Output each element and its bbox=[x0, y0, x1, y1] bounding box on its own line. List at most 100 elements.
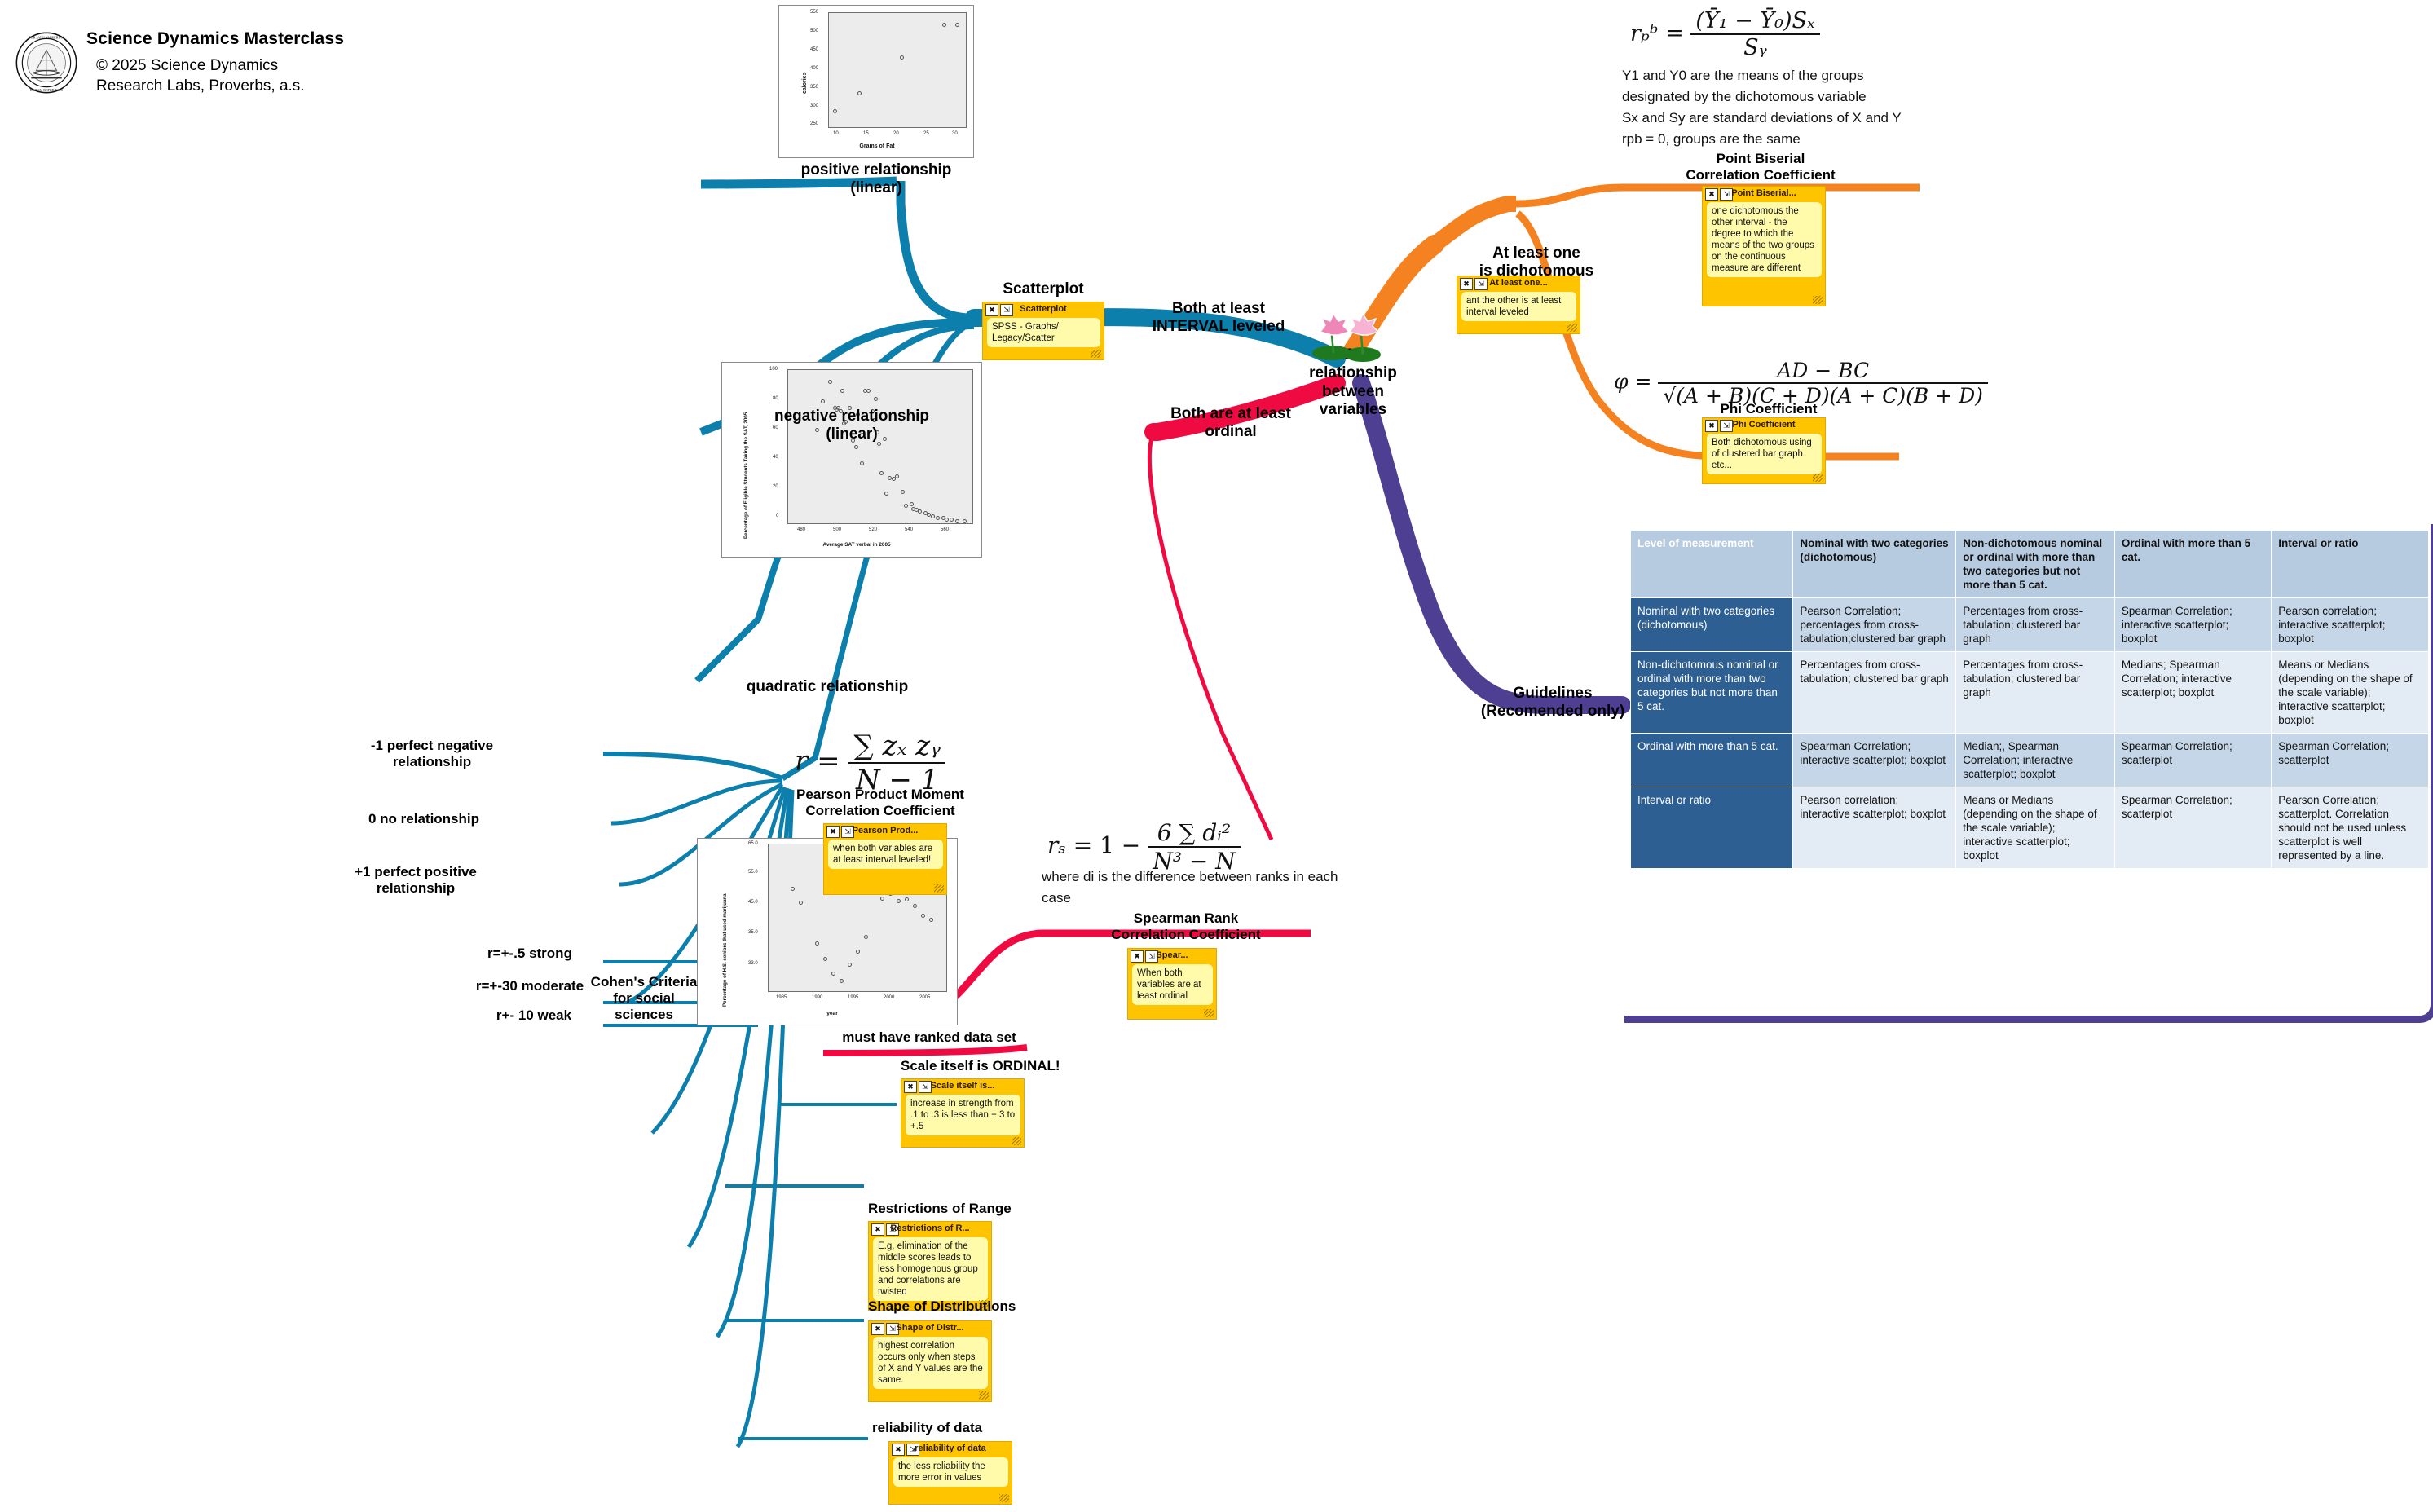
table-cell: Pearson Correlation; percentages from cr… bbox=[1792, 597, 1957, 652]
note-title: Spear... bbox=[1156, 950, 1188, 960]
note-scatterplot[interactable]: ✖ ⇲ Scatterplot SPSS - Graphs/ Legacy/Sc… bbox=[982, 302, 1104, 360]
note-restrictions[interactable]: ✖ ⇲ Restrictions of R... E.g. elimination… bbox=[868, 1221, 992, 1311]
data-point bbox=[903, 503, 908, 508]
data-point bbox=[950, 517, 954, 522]
table-col-2: Non-dichotomous nominal or ordinal with … bbox=[1955, 530, 2115, 598]
table-row: Interval or ratio Pearson correlation; i… bbox=[1629, 787, 2429, 869]
pearson-scale-plus1[interactable]: +1 perfect positive relationship bbox=[318, 864, 513, 897]
table-cell: Spearman Correlation; interactive scatte… bbox=[2113, 597, 2272, 652]
data-point bbox=[900, 489, 905, 494]
resize-grip-icon[interactable] bbox=[979, 1391, 989, 1400]
branch-label-guidelines[interactable]: Guidelines (Recomended only) bbox=[1459, 685, 1646, 721]
resize-grip-icon[interactable] bbox=[1813, 296, 1823, 304]
note-body: highest correlation occurs only when ste… bbox=[873, 1337, 988, 1389]
resize-grip-icon[interactable] bbox=[1091, 350, 1101, 358]
point-biserial-lines: Y1 and Y0 are the means of the groups de… bbox=[1622, 68, 1902, 147]
data-point bbox=[909, 501, 914, 506]
point-biserial-formula: rₚᵇ = (Ȳ₁ − Ȳ₀)Sₓ Sᵧ bbox=[1630, 8, 1820, 60]
table-cell: Spearman Correlation; scatterplot bbox=[2113, 787, 2272, 869]
note-body: Both dichotomous using of clustered bar … bbox=[1707, 434, 1822, 474]
cohen-item-strong[interactable]: r=+-.5 strong bbox=[456, 946, 603, 962]
table-col-3: Ordinal with more than 5 cat. bbox=[2113, 530, 2272, 598]
data-point bbox=[854, 444, 859, 449]
data-point bbox=[820, 399, 825, 404]
resize-grip-icon[interactable] bbox=[1012, 1137, 1021, 1145]
caution-label-reliability[interactable]: reliability of data bbox=[872, 1420, 1060, 1436]
note-spearman[interactable]: ✖ ⇲ Spear... When both variables are at l… bbox=[1127, 948, 1217, 1020]
table-cell: Spearman Correlation; scatterplot bbox=[2113, 733, 2272, 787]
branch-label-ordinal[interactable]: Both are at least ordinal bbox=[1141, 405, 1320, 442]
chart2-xlabel: Average SAT verbal in 2005 bbox=[822, 542, 891, 548]
table-row: Non-dichotomous nominal or ordinal with … bbox=[1629, 651, 2429, 734]
resize-grip-icon[interactable] bbox=[1567, 324, 1577, 332]
data-point bbox=[831, 971, 835, 976]
phi-title[interactable]: Phi Coefficient bbox=[1679, 401, 1858, 417]
spearman-title[interactable]: Spearman Rank Correlation Coefficient bbox=[1092, 910, 1280, 943]
chart3-xlabel: year bbox=[826, 1011, 838, 1016]
data-point bbox=[859, 461, 864, 466]
table-row: Ordinal with more than 5 cat. Spearman C… bbox=[1629, 733, 2429, 787]
caution-label-shape[interactable]: Shape of Distributions bbox=[868, 1298, 1072, 1315]
note-title: reliability of data bbox=[915, 1444, 986, 1453]
data-point bbox=[918, 509, 923, 514]
table-cell: Median;, Spearman Correlation; interacti… bbox=[1955, 733, 2115, 787]
node-label-scatterplot[interactable]: Scatterplot bbox=[970, 280, 1117, 298]
pearson-title[interactable]: Pearson Product Moment Correlation Coeff… bbox=[782, 787, 978, 819]
table-col-4: Interval or ratio bbox=[2271, 530, 2429, 598]
cohen-item-moderate[interactable]: r=+-30 moderate bbox=[448, 978, 611, 994]
table-cell: Medians; Spearman Correlation; interacti… bbox=[2113, 651, 2272, 734]
table-cell: Spearman Correlation; scatterplot bbox=[2271, 733, 2429, 787]
resize-grip-icon[interactable] bbox=[1204, 1009, 1214, 1017]
pb-denominator: Sᵧ bbox=[1690, 33, 1820, 60]
note-pearson[interactable]: ✖ ⇲ Pearson Prod... when both variables … bbox=[823, 823, 947, 895]
pearson-scale-minus1[interactable]: -1 perfect negative relationship bbox=[334, 738, 530, 770]
svg-text:PER JANUAM RERUM: PER JANUAM RERUM bbox=[29, 35, 64, 39]
scatterplot-quadratic-caption: quadratic relationship bbox=[746, 678, 909, 695]
pearson-numerator: ∑ zₓ zᵧ bbox=[853, 730, 941, 762]
note-point-biserial[interactable]: ✖ ⇲ Point Biserial... one dichotomous the… bbox=[1702, 186, 1826, 306]
note-phi[interactable]: ✖ ⇲ Phi Coefficient Both dichotomous usin… bbox=[1702, 417, 1826, 484]
note-title: Shape of Distr... bbox=[896, 1323, 964, 1333]
lotus-flowers-icon bbox=[1312, 312, 1381, 362]
data-point bbox=[944, 517, 949, 522]
data-point bbox=[936, 515, 941, 520]
svg-text:EARUM REPERIMUS: EARUM REPERIMUS bbox=[30, 88, 64, 92]
data-point bbox=[895, 474, 900, 478]
note-body: the less reliability the more error in v… bbox=[893, 1457, 1008, 1487]
pearson-scale-zero[interactable]: 0 no relationship bbox=[326, 811, 522, 827]
data-point bbox=[814, 941, 819, 946]
resize-grip-icon[interactable] bbox=[934, 884, 944, 893]
point-biserial-title[interactable]: Point Biserial Correlation Coefficient bbox=[1663, 151, 1858, 183]
spearman-requirement[interactable]: must have ranked data set bbox=[823, 1029, 1035, 1046]
note-body: increase in strength from .1 to .3 is le… bbox=[906, 1095, 1020, 1135]
note-at-least-one[interactable]: ✖ ⇲ At least one... ant the other is at l… bbox=[1457, 276, 1580, 334]
phi-numerator: AD − BC bbox=[1777, 359, 1870, 382]
table-row: Nominal with two categories (dichotomous… bbox=[1629, 597, 2429, 652]
cohen-item-weak[interactable]: r+- 10 weak bbox=[461, 1007, 607, 1024]
data-point bbox=[928, 917, 933, 922]
data-point bbox=[904, 897, 909, 902]
data-point bbox=[912, 904, 917, 909]
resize-grip-icon[interactable] bbox=[999, 1494, 1009, 1502]
data-point bbox=[874, 396, 879, 401]
note-title: Pearson Prod... bbox=[852, 826, 919, 835]
note-body: when both variables are at least interva… bbox=[828, 840, 943, 869]
row-header: Non-dichotomous nominal or ordinal with … bbox=[1629, 651, 1794, 734]
table-header-row: Level of measurement Nominal with two ca… bbox=[1629, 530, 2429, 598]
caution-label-scale-ordinal[interactable]: Scale itself is ORDINAL! bbox=[901, 1058, 1088, 1074]
note-shape[interactable]: ✖ ⇲ Shape of Distr... highest correlation… bbox=[868, 1320, 992, 1402]
data-point bbox=[896, 899, 901, 904]
resize-grip-icon[interactable] bbox=[1813, 474, 1823, 482]
brand-header: PER JANUAM RERUM EARUM REPERIMUS Science… bbox=[15, 24, 344, 114]
note-title: Scatterplot bbox=[1020, 304, 1067, 314]
note-reliability[interactable]: ✖ ⇲ reliability of data the less reliabil… bbox=[888, 1441, 1012, 1505]
spearman-explain: where di is the difference between ranks… bbox=[1042, 869, 1338, 906]
table-cell: Percentages from cross-tabulation; clust… bbox=[1955, 597, 2115, 652]
branch-label-interval[interactable]: Both at least INTERVAL leveled bbox=[1125, 300, 1312, 337]
note-body: ant the other is at least interval level… bbox=[1461, 292, 1576, 321]
scatterplot-positive-caption: positive relationship (linear) bbox=[800, 161, 952, 197]
note-scale-ordinal[interactable]: ✖ ⇲ Scale itself is... increase in streng… bbox=[901, 1078, 1025, 1148]
scatterplot-positive: calories Grams of Fat 550 500 450 400 350 3… bbox=[778, 5, 974, 158]
note-body: one dichotomous the other interval - the… bbox=[1707, 202, 1822, 277]
caution-label-restrictions[interactable]: Restrictions of Range bbox=[868, 1201, 1056, 1217]
